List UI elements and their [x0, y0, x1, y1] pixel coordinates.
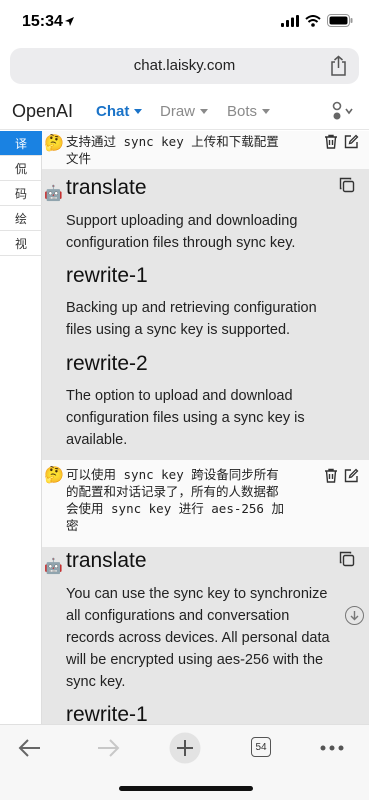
paragraph-line: records across devices. All personal dat… [66, 630, 330, 646]
trash-icon[interactable] [324, 468, 338, 483]
more-icon[interactable] [320, 745, 344, 751]
settings-toggle-icon[interactable] [329, 101, 353, 121]
address-bar[interactable]: chat.laisky.com [10, 48, 359, 84]
chevron-down-icon [134, 109, 143, 114]
url-text[interactable]: chat.laisky.com [10, 57, 359, 74]
new-tab-button[interactable] [169, 732, 201, 764]
mode-chat[interactable]: 侃 [0, 156, 42, 181]
edit-icon[interactable] [344, 468, 359, 483]
user-message-line: 的配置和对话记录了，所有的人数据都 [66, 484, 279, 499]
user-message-line: 会使用 sync key 进行 aes-256 加 [66, 501, 284, 516]
status-time: 15:34 [22, 13, 63, 30]
section-paragraph: You can use the sync key to synchronize … [66, 583, 356, 693]
wifi-icon [305, 14, 321, 27]
nav-draw[interactable]: Draw [160, 103, 209, 120]
assistant-avatar-emoji: 🤖 [44, 185, 63, 202]
user-message-line: 可以使用 sync key 跨设备同步所有 [66, 467, 279, 482]
copy-icon[interactable] [339, 177, 355, 193]
paragraph-line: Backing up and retrieving configuration [66, 300, 317, 316]
section-paragraph: Backing up and retrieving configuration … [66, 297, 356, 341]
chat-area: 🤔 支持通过 sync key 上传和下载配置 文件 🤖 translate S… [42, 131, 369, 724]
section-paragraph: The option to upload and download config… [66, 385, 356, 451]
user-message-text: 支持通过 sync key 上传和下载配置 文件 [66, 133, 301, 167]
chevron-down-icon [262, 109, 271, 114]
back-arrow-icon[interactable] [18, 738, 42, 758]
paragraph-line: sync key. [66, 674, 126, 690]
assistant-avatar-emoji: 🤖 [44, 558, 63, 575]
section-heading: rewrite-1 [66, 264, 148, 287]
tabs-button[interactable]: 54 [251, 737, 271, 757]
paragraph-line: The option to upload and download [66, 388, 293, 404]
user-avatar-emoji: 🤔 [44, 467, 64, 484]
paragraph-line: will be encrypted using aes-256 with the [66, 652, 324, 668]
scroll-to-bottom-button[interactable] [345, 606, 364, 625]
nav-bots-label: Bots [227, 103, 258, 120]
copy-icon[interactable] [339, 551, 355, 567]
location-arrow-icon [65, 17, 74, 26]
section-heading: translate [66, 176, 147, 199]
user-message-line: 支持通过 sync key 上传和下载配置 [66, 134, 279, 149]
app-navbar: OpenAI Chat Draw Bots [0, 92, 369, 130]
paragraph-line: configuration files using a sync key is [66, 410, 305, 426]
paragraph-line: configuration files through sync key. [66, 235, 296, 251]
cellular-signal-icon [281, 14, 299, 27]
paragraph-line: available. [66, 432, 128, 448]
section-heading: rewrite-2 [66, 352, 148, 375]
nav-bots[interactable]: Bots [227, 103, 271, 120]
mode-code[interactable]: 码 [0, 181, 42, 206]
trash-icon[interactable] [324, 134, 338, 149]
home-indicator [119, 786, 253, 791]
forward-arrow-icon[interactable] [96, 738, 120, 758]
paragraph-line: all configurations and conversation [66, 608, 290, 624]
mode-draw[interactable]: 绘 [0, 206, 42, 231]
paragraph-line: files using a sync key is supported. [66, 322, 291, 338]
edit-icon[interactable] [344, 134, 359, 149]
mode-menu: 译 侃 码 绘 视 [0, 131, 42, 724]
user-message-line: 密 [66, 518, 79, 533]
nav-chat[interactable]: Chat [96, 103, 143, 120]
brand-logo[interactable]: OpenAI [12, 101, 73, 122]
user-message: 🤔 可以使用 sync key 跨设备同步所有 的配置和对话记录了，所有的人数据… [42, 460, 369, 547]
nav-chat-label: Chat [96, 103, 130, 120]
nav-draw-label: Draw [160, 103, 196, 120]
section-heading: translate [66, 549, 147, 572]
user-message: 🤔 支持通过 sync key 上传和下载配置 文件 [42, 131, 369, 169]
message-actions [324, 134, 359, 149]
message-actions [324, 468, 359, 483]
section-heading: rewrite-1 [66, 703, 148, 724]
user-message-line: 文件 [66, 151, 92, 166]
mode-vision[interactable]: 视 [0, 231, 42, 256]
user-message-text: 可以使用 sync key 跨设备同步所有 的配置和对话记录了，所有的人数据都 … [66, 466, 301, 534]
section-paragraph: Support uploading and downloading config… [66, 210, 356, 254]
tab-count: 54 [255, 741, 267, 753]
paragraph-line: Support uploading and downloading [66, 213, 298, 229]
arrow-down-icon [350, 611, 359, 621]
status-indicators [281, 14, 353, 27]
status-bar: 15:34 [0, 0, 369, 44]
user-avatar-emoji: 🤔 [44, 135, 64, 152]
mode-translate[interactable]: 译 [0, 131, 42, 156]
assistant-message: 🤖 translate You can use the sync key to … [42, 547, 369, 724]
paragraph-line: You can use the sync key to synchronize [66, 586, 328, 602]
battery-icon [327, 14, 353, 27]
chevron-down-icon [200, 109, 209, 114]
share-icon[interactable] [330, 55, 347, 76]
assistant-message: 🤖 translate Support uploading and downlo… [42, 169, 369, 460]
